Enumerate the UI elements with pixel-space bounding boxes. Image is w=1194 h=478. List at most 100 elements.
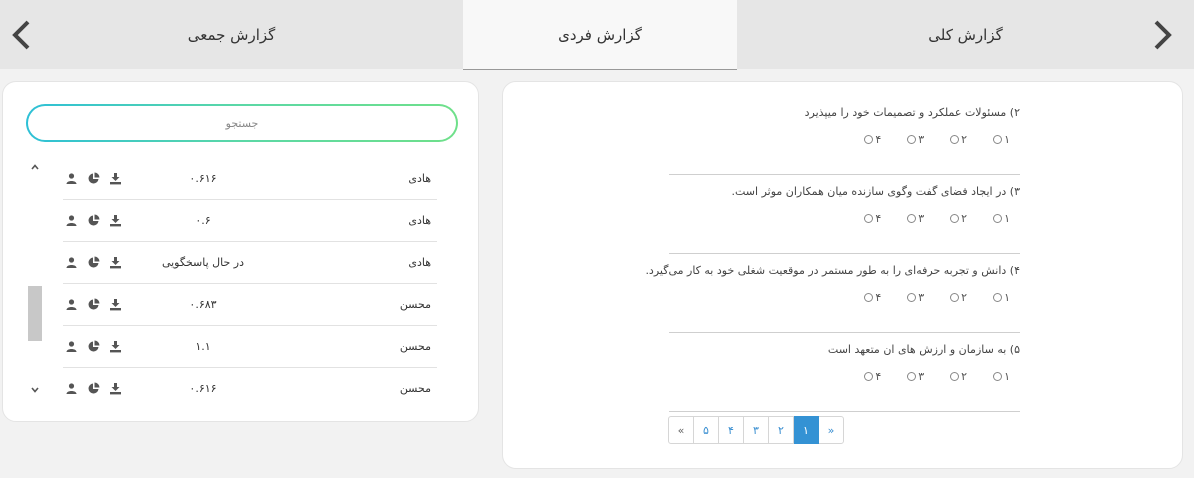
scrollbar-thumb[interactable] xyxy=(28,286,42,341)
list-item: ۱.۱ محسن xyxy=(63,326,437,368)
option-radio[interactable]: ۲ xyxy=(950,133,967,146)
row-actions xyxy=(65,340,122,353)
user-icon[interactable] xyxy=(65,382,78,395)
option-radio[interactable]: ۴ xyxy=(864,212,881,225)
page-3[interactable]: ۳ xyxy=(743,416,769,444)
option-radio[interactable]: ۳ xyxy=(907,212,924,225)
option-label: ۳ xyxy=(918,291,925,304)
pie-chart-icon[interactable] xyxy=(87,172,100,185)
radio-icon[interactable] xyxy=(864,135,874,144)
scroll-down-icon[interactable] xyxy=(27,383,43,397)
user-icon[interactable] xyxy=(65,214,78,227)
pie-chart-icon[interactable] xyxy=(87,298,100,311)
download-icon[interactable] xyxy=(109,172,122,185)
radio-icon[interactable] xyxy=(907,135,917,144)
option-radio[interactable]: ۲ xyxy=(950,212,967,225)
option-radio[interactable]: ۱ xyxy=(993,291,1010,304)
radio-icon[interactable] xyxy=(993,372,1003,381)
option-radio[interactable]: ۴ xyxy=(864,291,881,304)
row-score: ۰.۶۸۳ xyxy=(189,298,217,311)
option-radio[interactable]: ۱ xyxy=(993,370,1010,383)
option-label: ۴ xyxy=(875,133,882,146)
questions-list: ۲) مسئولات عملکرد و تصمیمات خود را میپذی… xyxy=(645,96,1020,412)
pie-chart-icon[interactable] xyxy=(87,214,100,227)
answer-options: ۱ ۲ ۳ ۴ xyxy=(864,291,1010,304)
page-2[interactable]: ۲ xyxy=(768,416,794,444)
list-item: در حال پاسخگویی هادی xyxy=(63,242,437,284)
tab-group-report[interactable]: گزارش جمعی xyxy=(0,0,463,69)
respondents-panel: ۰.۶۱۶ هادی ۰.۶ هادی در حال پاسخگویی هادی xyxy=(2,81,479,422)
tab-individual-report[interactable]: گزارش فردی xyxy=(463,0,737,70)
tab-group-label: گزارش جمعی xyxy=(187,25,276,44)
option-label: ۱ xyxy=(1004,370,1010,383)
page-4[interactable]: ۴ xyxy=(718,416,744,444)
list-item: ۰.۶۸۳ محسن xyxy=(63,284,437,326)
pie-chart-icon[interactable] xyxy=(87,382,100,395)
option-label: ۳ xyxy=(918,370,925,383)
pagination-next[interactable]: » xyxy=(668,416,694,444)
download-icon[interactable] xyxy=(109,256,122,269)
pie-chart-icon[interactable] xyxy=(87,340,100,353)
option-label: ۳ xyxy=(918,212,925,225)
answer-options: ۱ ۲ ۳ ۴ xyxy=(864,370,1010,383)
download-icon[interactable] xyxy=(109,214,122,227)
option-label: ۴ xyxy=(875,212,882,225)
option-radio[interactable]: ۴ xyxy=(864,370,881,383)
row-score: ۰.۶۱۶ xyxy=(189,172,217,185)
page-5[interactable]: ۵ xyxy=(693,416,719,444)
option-radio[interactable]: ۳ xyxy=(907,370,924,383)
radio-icon[interactable] xyxy=(950,372,960,381)
list-scrollbar[interactable] xyxy=(27,158,43,478)
row-name: هادی xyxy=(408,256,431,269)
download-icon[interactable] xyxy=(109,298,122,311)
option-radio[interactable]: ۴ xyxy=(864,133,881,146)
option-radio[interactable]: ۱ xyxy=(993,133,1010,146)
option-radio[interactable]: ۲ xyxy=(950,291,967,304)
page-1[interactable]: ۱ xyxy=(793,416,819,444)
pagination-prev[interactable]: « xyxy=(818,416,844,444)
search-input[interactable] xyxy=(28,106,456,140)
option-label: ۲ xyxy=(961,212,968,225)
respondents-list: ۰.۶۱۶ هادی ۰.۶ هادی در حال پاسخگویی هادی xyxy=(63,158,437,398)
row-name: هادی xyxy=(408,172,431,185)
user-icon[interactable] xyxy=(65,298,78,311)
radio-icon[interactable] xyxy=(993,214,1003,223)
user-icon[interactable] xyxy=(65,256,78,269)
scroll-up-icon[interactable] xyxy=(27,160,43,174)
question-item: ۳) در ایجاد فضای گفت وگوی سازنده میان هم… xyxy=(669,175,1020,254)
row-name: هادی xyxy=(408,214,431,227)
radio-icon[interactable] xyxy=(950,135,960,144)
tab-general-report[interactable]: گزارش کلی xyxy=(737,0,1194,69)
user-icon[interactable] xyxy=(65,340,78,353)
radio-icon[interactable] xyxy=(950,214,960,223)
download-icon[interactable] xyxy=(109,382,122,395)
tab-individual-label: گزارش فردی xyxy=(558,25,642,44)
radio-icon[interactable] xyxy=(950,293,960,302)
download-icon[interactable] xyxy=(109,340,122,353)
row-actions xyxy=(65,256,122,269)
row-name: محسن xyxy=(399,340,431,353)
radio-icon[interactable] xyxy=(864,293,874,302)
question-item: ۲) مسئولات عملکرد و تصمیمات خود را میپذی… xyxy=(669,96,1020,175)
radio-icon[interactable] xyxy=(907,372,917,381)
radio-icon[interactable] xyxy=(864,372,874,381)
option-radio[interactable]: ۳ xyxy=(907,291,924,304)
search-box xyxy=(26,104,458,142)
answer-options: ۱ ۲ ۳ ۴ xyxy=(864,212,1010,225)
radio-icon[interactable] xyxy=(864,214,874,223)
option-label: ۲ xyxy=(961,291,968,304)
list-item: ۰.۶۱۶ محسن xyxy=(63,368,437,398)
option-radio[interactable]: ۱ xyxy=(993,212,1010,225)
pie-chart-icon[interactable] xyxy=(87,256,100,269)
radio-icon[interactable] xyxy=(907,293,917,302)
option-label: ۱ xyxy=(1004,212,1010,225)
option-radio[interactable]: ۳ xyxy=(907,133,924,146)
option-radio[interactable]: ۲ xyxy=(950,370,967,383)
option-label: ۲ xyxy=(961,370,968,383)
radio-icon[interactable] xyxy=(907,214,917,223)
user-icon[interactable] xyxy=(65,172,78,185)
chevron-right-icon[interactable] xyxy=(1148,17,1178,53)
question-text: ۳) در ایجاد فضای گفت وگوی سازنده میان هم… xyxy=(731,185,1021,198)
radio-icon[interactable] xyxy=(993,135,1003,144)
radio-icon[interactable] xyxy=(993,293,1003,302)
